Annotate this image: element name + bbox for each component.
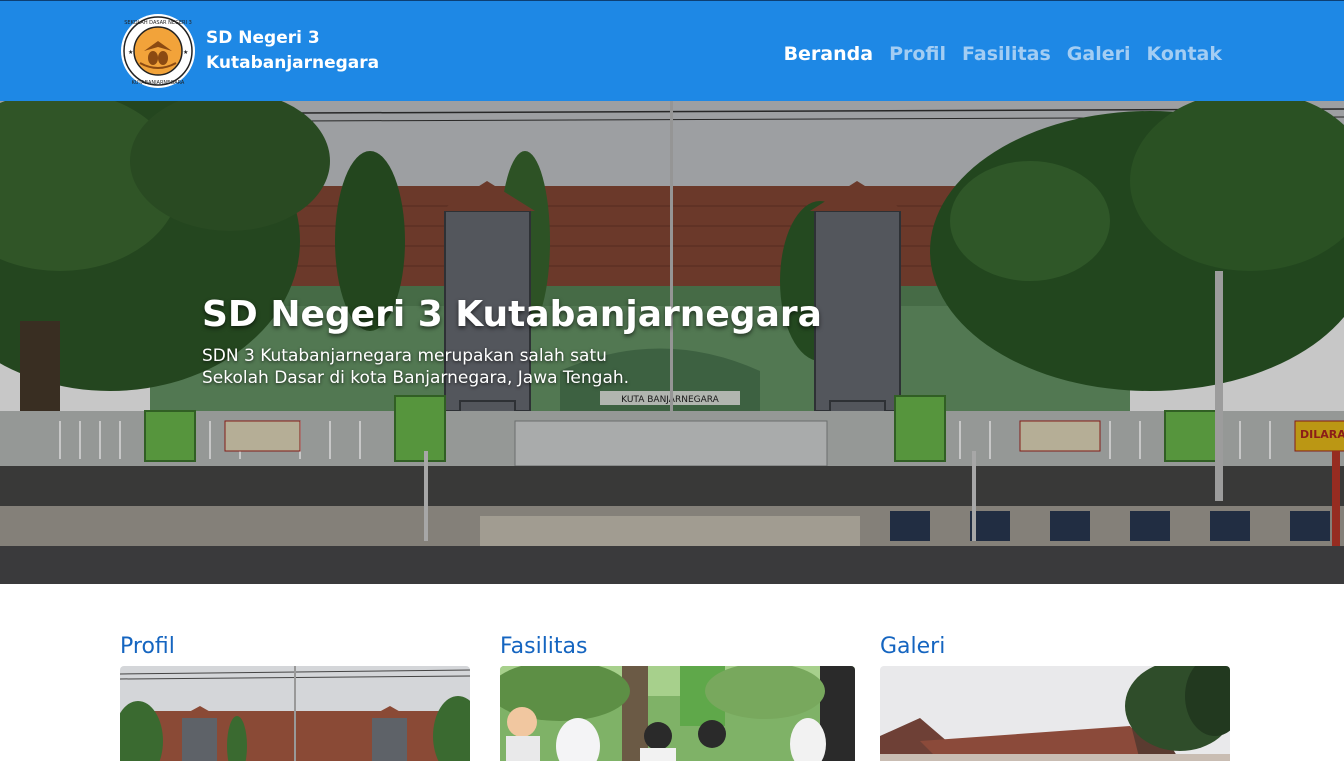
brand-name[interactable]: SD Negeri 3 Kutabanjarnegara <box>206 26 379 76</box>
svg-text:KUTABANJARNEGARA: KUTABANJARNEGARA <box>132 80 185 86</box>
nav-link-fasilitas[interactable]: Fasilitas <box>962 40 1051 68</box>
hero-description: SDN 3 Kutabanjarnegara merupakan salah s… <box>202 346 630 388</box>
main-nav: Beranda Profil Fasilitas Galeri Kontak <box>784 40 1222 68</box>
brand-line-2: Kutabanjarnegara <box>206 53 380 73</box>
hero-section: KUTA BANJARNEGARA DILARA SD Negeri 3 Kut… <box>0 101 1344 584</box>
hero-overlay <box>0 101 1344 584</box>
nav-link-beranda[interactable]: Beranda <box>784 40 874 68</box>
school-logo-icon[interactable]: SEKOLAH DASAR NEGERI 3 KUTABANJARNEGARA … <box>120 13 196 89</box>
card-title-galeri[interactable]: Galeri <box>880 633 1230 661</box>
brand[interactable]: SEKOLAH DASAR NEGERI 3 KUTABANJARNEGARA … <box>120 13 379 89</box>
svg-text:★: ★ <box>183 49 188 56</box>
nav-link-profil[interactable]: Profil <box>889 40 946 68</box>
card-title-fasilitas[interactable]: Fasilitas <box>500 633 850 661</box>
hero-title: SD Negeri 3 Kutabanjarnegara <box>202 294 822 335</box>
nav-link-kontak[interactable]: Kontak <box>1146 40 1222 68</box>
card-galeri[interactable]: Galeri <box>880 633 1230 761</box>
profil-thumbnail-image[interactable] <box>120 666 470 761</box>
fasilitas-thumbnail-image[interactable] <box>500 666 855 761</box>
card-title-profil[interactable]: Profil <box>120 633 470 661</box>
nav-link-galeri[interactable]: Galeri <box>1067 40 1131 68</box>
galeri-thumbnail-image[interactable] <box>880 666 1230 761</box>
svg-text:★: ★ <box>128 49 133 56</box>
navbar: SEKOLAH DASAR NEGERI 3 KUTABANJARNEGARA … <box>0 0 1344 101</box>
brand-line-1: SD Negeri 3 <box>206 28 320 48</box>
svg-text:SEKOLAH DASAR NEGERI 3: SEKOLAH DASAR NEGERI 3 <box>124 20 192 26</box>
card-fasilitas[interactable]: Fasilitas <box>500 633 855 761</box>
card-profil[interactable]: Profil <box>120 633 470 761</box>
